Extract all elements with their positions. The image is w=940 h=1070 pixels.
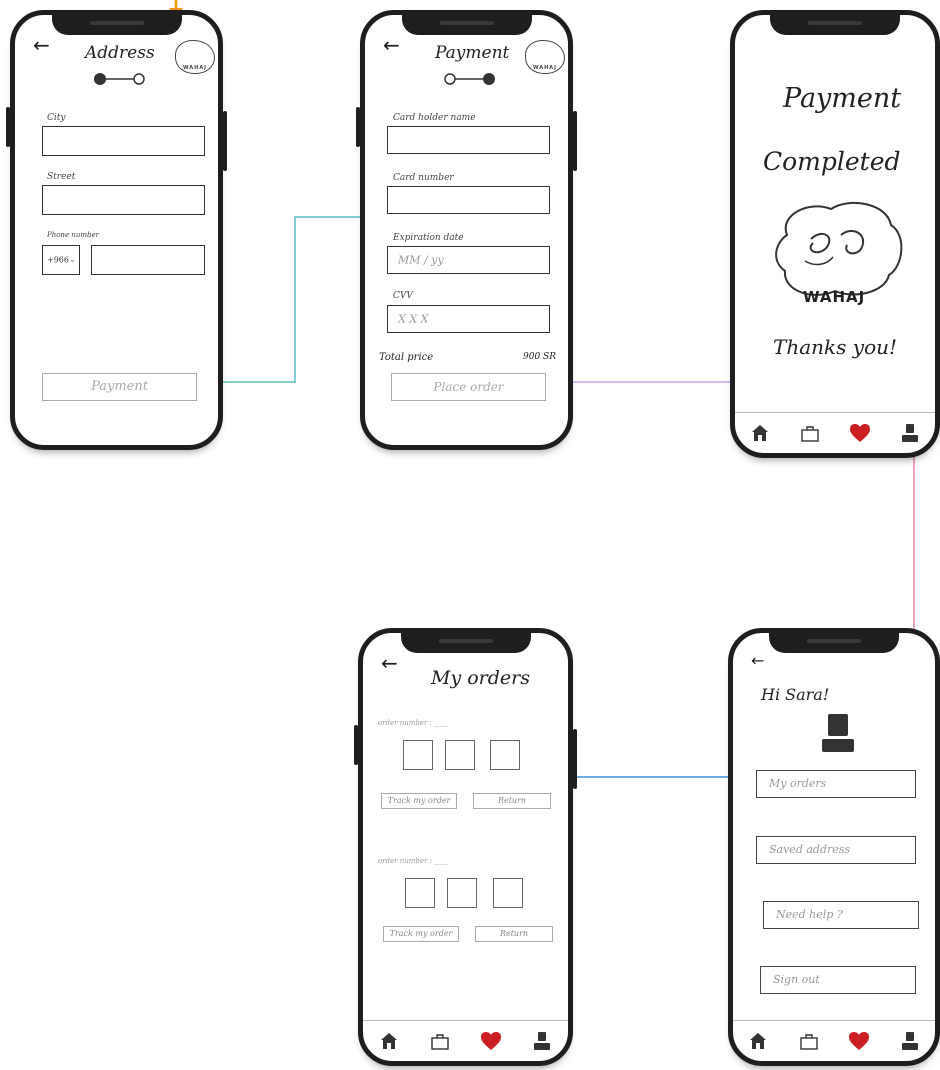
user-icon[interactable]: [899, 422, 921, 444]
need-help-link[interactable]: Need help ?: [763, 901, 919, 929]
back-arrow-icon[interactable]: ←: [751, 653, 764, 669]
city-field[interactable]: [42, 126, 205, 156]
side-button: [356, 107, 360, 147]
order-item-thumb[interactable]: [493, 878, 523, 908]
page-title: Payment: [435, 43, 510, 63]
step-indicator: [444, 73, 495, 85]
payment-completed-screen: Payment Completed WAHAJ Thanks you!: [730, 10, 940, 458]
my-orders-link[interactable]: My orders: [756, 770, 916, 798]
wahaj-logo: WAHAJ: [175, 40, 215, 74]
thanks-message: Thanks you!: [773, 335, 898, 359]
order-item-thumb[interactable]: [405, 878, 435, 908]
logo-wordmark: WAHAJ: [803, 288, 866, 306]
user-icon[interactable]: [899, 1030, 921, 1052]
phone-notch: [401, 13, 532, 35]
profile-screen: ← Hi Sara! My orders Saved address Need …: [728, 628, 940, 1066]
phone-label: Phone number: [47, 231, 99, 239]
cvv-label: CVV: [393, 291, 413, 301]
total-price-label: Total price: [379, 352, 434, 363]
side-button: [573, 111, 577, 171]
track-order-button[interactable]: Track my order: [383, 926, 459, 942]
cvv-field[interactable]: X X X: [387, 305, 550, 333]
user-icon[interactable]: [531, 1030, 553, 1052]
expiration-label: Expiration date: [393, 233, 464, 243]
bag-icon[interactable]: [429, 1030, 451, 1052]
my-orders-screen: ← My orders order number : ____ Track my…: [354, 628, 577, 1066]
heart-icon[interactable]: [848, 1030, 870, 1052]
expiration-field[interactable]: MM / yy: [387, 246, 550, 274]
card-holder-field[interactable]: [387, 126, 550, 154]
heart-icon[interactable]: [480, 1030, 502, 1052]
return-button[interactable]: Return: [475, 926, 553, 942]
wahaj-logo: WAHAJ: [525, 40, 565, 74]
arrow-profile-to-orders: [546, 769, 758, 785]
phone-notch: [51, 13, 182, 35]
order-item-thumb[interactable]: [403, 740, 433, 770]
heart-icon[interactable]: [849, 422, 871, 444]
step-indicator: [94, 73, 145, 85]
order-item-thumb[interactable]: [490, 740, 520, 770]
order-item-thumb[interactable]: [445, 740, 475, 770]
place-order-button[interactable]: Place order: [391, 373, 546, 401]
completed-line-1: Payment: [783, 83, 902, 114]
payment-button[interactable]: Payment: [42, 373, 197, 401]
card-number-field[interactable]: [387, 186, 550, 214]
saved-address-link[interactable]: Saved address: [756, 836, 916, 864]
side-button: [223, 111, 227, 171]
phone-notch: [400, 631, 531, 653]
card-holder-label: Card holder name: [393, 113, 476, 123]
side-button: [6, 107, 10, 147]
sign-out-link[interactable]: Sign out: [760, 966, 916, 994]
address-screen: ← Address WAHAJ City Street Phone number…: [6, 10, 227, 450]
order-number-label: order number : ____: [378, 857, 449, 865]
side-button: [573, 729, 577, 789]
phone-notch: [769, 631, 899, 653]
page-title: My orders: [431, 667, 530, 689]
completed-line-2: Completed: [763, 147, 901, 176]
order-number-label: order number : ____: [378, 719, 449, 727]
back-arrow-icon[interactable]: ←: [33, 35, 50, 55]
track-order-button[interactable]: Track my order: [381, 793, 457, 809]
street-field[interactable]: [42, 185, 205, 215]
phone-field[interactable]: [91, 245, 205, 275]
back-arrow-icon[interactable]: ←: [383, 35, 400, 55]
country-code-select[interactable]: +966 ⌄: [42, 245, 80, 275]
bottom-nav: [363, 1020, 568, 1061]
bag-icon[interactable]: [799, 422, 821, 444]
side-button: [354, 725, 358, 765]
return-button[interactable]: Return: [473, 793, 551, 809]
street-label: Street: [47, 172, 76, 182]
card-number-label: Card number: [393, 173, 454, 183]
phone-notch: [770, 13, 900, 35]
page-title: Address: [85, 43, 155, 63]
home-icon[interactable]: [747, 1030, 769, 1052]
bottom-nav: [733, 1020, 935, 1061]
payment-screen: ← Payment WAHAJ Card holder name Card nu…: [356, 10, 577, 450]
greeting: Hi Sara!: [761, 685, 830, 704]
home-icon[interactable]: [378, 1030, 400, 1052]
order-item-thumb[interactable]: [447, 878, 477, 908]
home-icon[interactable]: [749, 422, 771, 444]
user-avatar-icon: [822, 714, 854, 752]
total-price-value: 900 SR: [523, 352, 556, 362]
bottom-nav: [735, 412, 935, 453]
back-arrow-icon[interactable]: ←: [381, 653, 398, 673]
city-label: City: [47, 113, 66, 123]
bag-icon[interactable]: [798, 1030, 820, 1052]
chevron-down-icon: ⌄: [69, 255, 76, 264]
